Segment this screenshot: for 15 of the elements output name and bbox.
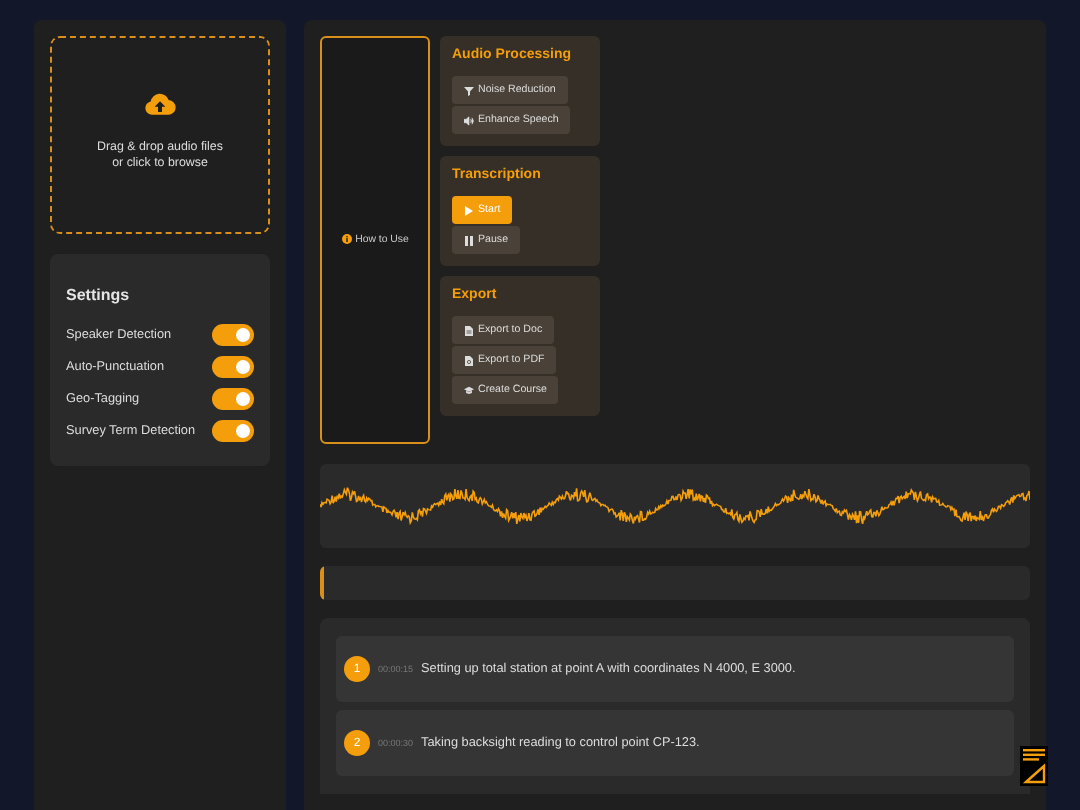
speaker-icon — [464, 115, 474, 125]
toggle-switch[interactable] — [212, 323, 254, 345]
info-icon — [341, 234, 352, 245]
play-icon — [464, 205, 474, 215]
settings-title: Settings — [66, 286, 132, 304]
filter-icon — [464, 85, 474, 95]
graduation-cap-icon — [464, 385, 474, 395]
pause-icon — [464, 235, 474, 245]
toggle-switch[interactable] — [212, 387, 254, 409]
pdf-file-icon — [464, 355, 474, 365]
cloud-upload-icon — [144, 91, 176, 115]
toggle-switch[interactable] — [212, 355, 254, 377]
document-icon — [464, 325, 474, 335]
logo-icon — [1020, 746, 1048, 786]
toggle-switch[interactable] — [212, 419, 254, 441]
